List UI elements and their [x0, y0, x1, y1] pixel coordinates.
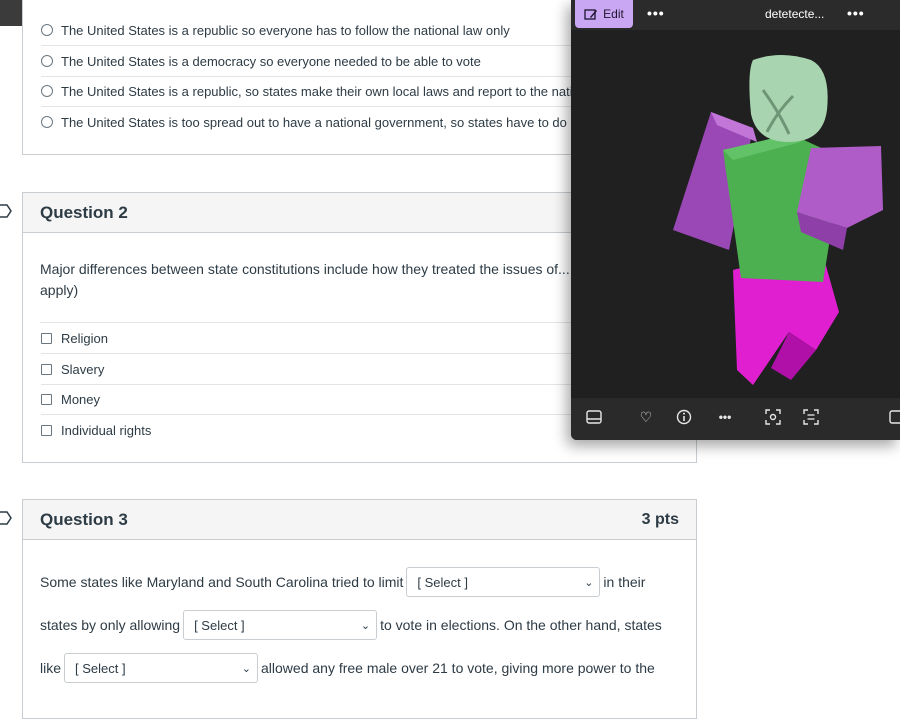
viewer-title: detetecte... [765, 7, 825, 21]
blank-select-3[interactable]: [ Select ] ⌄ [64, 653, 259, 683]
checkbox[interactable] [41, 332, 52, 344]
option-label: Money [61, 391, 101, 407]
fill-blank-line: like [ Select ] ⌄ allowed any free male … [40, 653, 655, 683]
sentence-text: states by only allowing [40, 617, 181, 633]
question-header: Question 3 3 pts [23, 500, 696, 540]
sentence-text: to vote in elections. On the other hand,… [380, 617, 662, 633]
question-text-line: apply) [40, 282, 79, 298]
radio-button[interactable] [41, 55, 53, 67]
sentence-text: in their [603, 574, 646, 590]
checkbox[interactable] [41, 393, 52, 405]
question-text: Major differences between state constitu… [40, 259, 570, 301]
question-text-line: Major differences between state constitu… [40, 261, 570, 277]
edit-label: Edit [603, 7, 624, 21]
radio-button[interactable] [41, 24, 53, 36]
edit-button[interactable]: Edit [575, 0, 633, 28]
chevron-down-icon: ⌄ [584, 576, 594, 589]
select-value: [ Select ] [417, 574, 468, 590]
question-3-card: Question 3 3 pts Some states like Maryla… [22, 499, 697, 719]
edit-image-icon [584, 8, 598, 20]
chevron-down-icon: ⌄ [360, 619, 371, 632]
info-icon[interactable] [675, 408, 693, 426]
blank-select-2[interactable]: [ Select ] ⌄ [183, 610, 378, 640]
select-value: [ Select ] [194, 617, 245, 633]
viewer-bottom-toolbar [571, 398, 900, 440]
radio-button[interactable] [41, 85, 53, 97]
select-value: [ Select ] [75, 660, 126, 676]
answer-label: The United States is a republic, so stat… [61, 83, 609, 99]
flag-question-icon[interactable] [0, 511, 12, 525]
answer-label: The United States is a republic so every… [61, 22, 510, 38]
blank-select-1[interactable]: [ Select ] ⌄ [406, 567, 601, 597]
radio-button[interactable] [41, 116, 53, 128]
question-title: Question 3 [40, 509, 128, 529]
flag-question-icon[interactable] [0, 204, 12, 218]
fill-blank-line: states by only allowing [ Select ] ⌄ to … [40, 610, 662, 640]
question-points: 3 pts [641, 510, 679, 528]
text-recognition-icon[interactable] [802, 408, 820, 426]
fill-blank-line: Some states like Maryland and South Caro… [40, 567, 645, 597]
question-title: Question 2 [40, 202, 128, 222]
sentence-text: Some states like Maryland and South Caro… [40, 574, 404, 590]
sentence-text: allowed any free male over 21 to vote, g… [261, 660, 655, 676]
checkbox[interactable] [41, 424, 52, 436]
expand-icon[interactable] [887, 408, 900, 426]
option-label: Slavery [61, 361, 105, 377]
chevron-down-icon: ⌄ [241, 662, 252, 675]
photo-viewer-window[interactable]: Edit ••• detetecte... ••• ♡ ••• [571, 0, 900, 440]
answer-label: The United States is a democracy so ever… [61, 53, 481, 69]
filmstrip-icon[interactable] [585, 408, 603, 426]
avatar-figure-image [673, 55, 883, 385]
more-options-icon[interactable]: ••• [715, 408, 735, 426]
option-label: Religion [61, 330, 108, 346]
visual-search-icon[interactable] [764, 408, 782, 426]
more-options-icon[interactable]: ••• [847, 5, 865, 21]
answer-label: The United States is too spread out to h… [61, 114, 577, 130]
more-options-icon[interactable]: ••• [647, 5, 665, 21]
option-label: Individual rights [61, 422, 152, 438]
sentence-text: like [40, 660, 62, 676]
heart-icon[interactable]: ♡ [637, 408, 655, 426]
checkbox[interactable] [41, 363, 52, 375]
